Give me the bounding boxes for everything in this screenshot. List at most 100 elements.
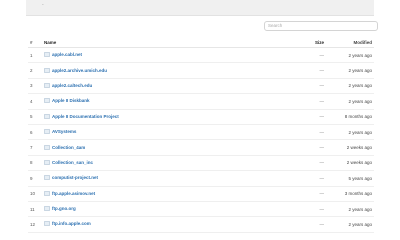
size-value: — — [319, 221, 325, 227]
table-row[interactable]: 10 ftp.apple.asimov.net —3 months ago — [28, 186, 374, 202]
name-wrapper: Apple II Diskbank — [44, 98, 90, 104]
table-row[interactable]: 7 Collection_4am —2 weeks ago — [28, 139, 374, 156]
table-row[interactable]: 2 apple2.archive.umich.edu —2 years ago — [28, 62, 374, 79]
name-wrapper: ftp.apple.asimov.net — [44, 190, 95, 196]
row-number: 5 — [28, 109, 44, 125]
item-link[interactable]: Apple II Diskbank — [52, 98, 90, 103]
item-link[interactable]: ftp.gno.org — [52, 206, 76, 211]
modified-cell: 3 months ago — [326, 186, 374, 202]
size-value: — — [319, 52, 325, 58]
item-link[interactable]: ftp.info.apple.com — [52, 221, 91, 226]
folder-icon — [44, 98, 50, 104]
name-cell: Collection_san_inc — [44, 155, 258, 172]
row-number: 3 — [28, 78, 44, 95]
row-number: 9 — [28, 170, 44, 187]
size-cell: — — [258, 155, 326, 172]
table-row[interactable]: 9 computist-project.net —5 years ago — [28, 170, 374, 187]
size-value: — — [319, 68, 325, 74]
search-input[interactable] — [264, 21, 378, 31]
size-cell: — — [258, 201, 326, 218]
size-cell: — — [258, 139, 326, 156]
modified-cell: 2 weeks ago — [326, 139, 374, 156]
column-header-name[interactable]: Name — [44, 37, 258, 48]
item-link[interactable]: apple.cabl.net — [52, 52, 82, 57]
name-cell: apple2.archive.umich.edu — [44, 62, 258, 79]
table-row[interactable]: 5 Apple II Documentation Project —8 months… — [28, 109, 374, 125]
name-cell: Apple II Diskbank — [44, 93, 258, 110]
folder-icon — [44, 82, 50, 88]
size-value: — — [319, 175, 325, 181]
item-link[interactable]: apple2.archive.umich.edu — [52, 68, 107, 73]
modified-cell: 2 weeks ago — [326, 155, 374, 172]
name-wrapper: apple.cabl.net — [44, 52, 82, 58]
name-cell: Collection_4am — [44, 139, 258, 156]
row-number: 12 — [28, 216, 44, 233]
row-number: 11 — [28, 201, 44, 218]
size-value: — — [319, 83, 325, 89]
folder-icon — [44, 144, 50, 150]
name-cell: apple2.caltech.edu — [44, 78, 258, 95]
column-header-size[interactable]: Size — [258, 37, 326, 48]
row-number: 1 — [28, 47, 44, 64]
row-number: 6 — [28, 124, 44, 141]
item-link[interactable]: computist-project.net — [52, 175, 98, 180]
table-row[interactable]: 11 ftp.gno.org —2 years ago — [28, 201, 374, 218]
name-cell: Apple II Documentation Project — [44, 109, 258, 125]
table-row[interactable]: 8 Collection_san_inc —2 weeks ago — [28, 155, 374, 172]
folder-icon — [44, 159, 50, 165]
table-row[interactable]: 4 Apple II Diskbank —2 years ago — [28, 93, 374, 110]
modified-cell: 2 years ago — [326, 201, 374, 218]
size-value: — — [319, 129, 325, 135]
name-cell: AVSystems — [44, 124, 258, 141]
name-wrapper: AVSystems — [44, 129, 76, 135]
row-number: 2 — [28, 62, 44, 79]
size-cell: — — [258, 62, 326, 79]
item-link[interactable]: Collection_san_inc — [52, 160, 93, 165]
folder-icon — [44, 67, 50, 73]
row-number: 8 — [28, 155, 44, 172]
name-wrapper: computist-project.net — [44, 175, 98, 181]
item-link[interactable]: apple2.caltech.edu — [52, 83, 92, 88]
table-row[interactable]: 1 apple.cabl.net —2 years ago — [28, 47, 374, 64]
table-row[interactable]: 6 AVSystems —2 years ago — [28, 124, 374, 141]
table-row[interactable]: 12 ftp.info.apple.com —2 years ago — [28, 216, 374, 233]
folder-icon — [44, 52, 50, 58]
row-number: 4 — [28, 93, 44, 110]
modified-cell: 5 years ago — [326, 170, 374, 187]
modified-cell: 8 months ago — [326, 109, 374, 125]
item-link[interactable]: Collection_4am — [52, 145, 85, 150]
column-header-number: # — [28, 37, 44, 48]
folder-icon — [44, 113, 50, 119]
folder-icon — [44, 206, 50, 212]
item-link[interactable]: Apple II Documentation Project — [52, 114, 119, 119]
name-cell: apple.cabl.net — [44, 47, 258, 64]
item-link[interactable]: AVSystems — [52, 129, 76, 134]
size-value: — — [319, 191, 325, 197]
name-wrapper: apple2.archive.umich.edu — [44, 67, 107, 73]
column-header-modified[interactable]: Modified — [326, 37, 374, 48]
table-header-row: # Name Size Modified — [28, 37, 374, 48]
size-value: — — [319, 206, 325, 212]
top-bar: - — [26, 0, 374, 16]
size-cell: — — [258, 170, 326, 187]
modified-cell: 2 years ago — [326, 47, 374, 64]
size-value: — — [319, 98, 325, 104]
row-number: 10 — [28, 186, 44, 202]
modified-cell: 2 years ago — [326, 78, 374, 95]
name-cell: ftp.apple.asimov.net — [44, 186, 258, 202]
modified-cell: 2 years ago — [326, 62, 374, 79]
folder-icon — [44, 221, 50, 227]
size-cell: — — [258, 216, 326, 233]
table-row[interactable]: 3 apple2.caltech.edu —2 years ago — [28, 78, 374, 95]
item-link[interactable]: ftp.apple.asimov.net — [52, 191, 95, 196]
name-wrapper: Collection_4am — [44, 144, 85, 150]
breadcrumb: - — [42, 2, 44, 8]
size-cell: — — [258, 124, 326, 141]
folder-icon — [44, 175, 50, 181]
file-table: # Name Size Modified 1 apple.cabl.net —2 y… — [28, 37, 374, 233]
size-cell: — — [258, 109, 326, 125]
size-cell: — — [258, 78, 326, 95]
size-cell: — — [258, 47, 326, 64]
name-wrapper: apple2.caltech.edu — [44, 82, 92, 88]
size-cell: — — [258, 186, 326, 202]
